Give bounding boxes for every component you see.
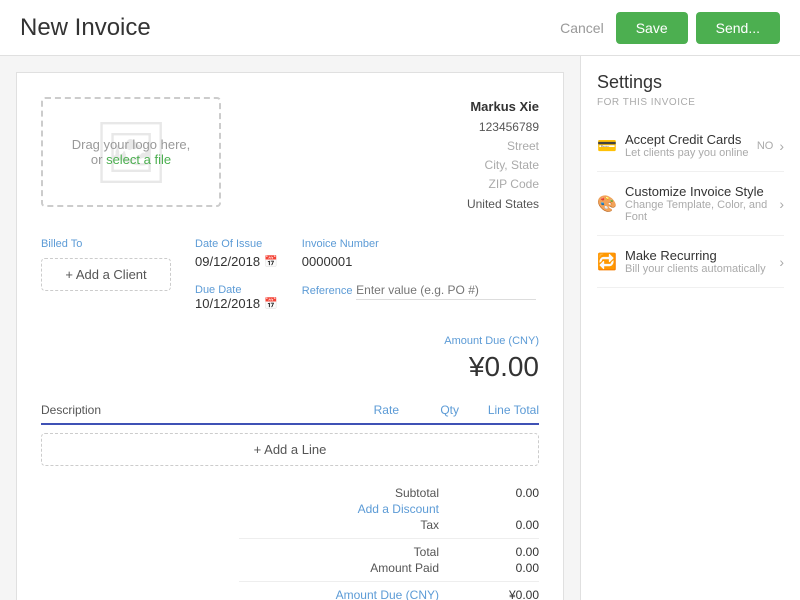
customize-style-subtitle: Change Template, Color, and Font <box>625 199 779 223</box>
date-of-issue-label: Date of Issue <box>195 238 278 250</box>
invoice-number-label: Invoice Number <box>302 238 536 250</box>
billed-to-label: Billed To <box>41 238 171 250</box>
add-line-button[interactable]: + Add a Line <box>41 433 539 466</box>
subtotal-label: Subtotal <box>239 486 439 500</box>
make-recurring-subtitle: Bill your clients automatically <box>625 263 779 275</box>
logo-drag-text: Drag your logo here, or select a file <box>72 137 191 167</box>
reference-label: Reference <box>302 285 353 297</box>
total-row: Total 0.00 <box>239 545 539 559</box>
header: New Invoice Cancel Save Send... <box>0 0 800 56</box>
settings-make-recurring[interactable]: 🔁 Make Recurring Bill your clients autom… <box>597 236 784 288</box>
col-rate-header: Rate <box>319 403 399 417</box>
total-value: 0.00 <box>479 545 539 559</box>
client-phone: 123456789 <box>467 118 539 137</box>
due-date-value[interactable]: 10/12/2018 📅 <box>195 296 278 311</box>
save-button[interactable]: Save <box>616 12 688 44</box>
due-date-calendar-icon[interactable]: 📅 <box>264 297 278 310</box>
date-of-issue-calendar-icon[interactable]: 📅 <box>264 255 278 268</box>
line-items-header: Description Rate Qty Line Total <box>41 403 539 425</box>
credit-cards-title: Accept Credit Cards <box>625 132 757 147</box>
amount-due-header-label: Amount Due (CNY) <box>444 335 539 347</box>
client-street: Street <box>467 137 539 156</box>
client-city-state: City, State <box>467 156 539 175</box>
settings-title: Settings <box>597 72 784 93</box>
invoice-card: 🖼 Drag your logo here, or select a file … <box>16 72 564 600</box>
invoice-area: 🖼 Drag your logo here, or select a file … <box>0 56 580 600</box>
amount-due-footer-value: ¥0.00 <box>479 588 539 600</box>
totals-section: Subtotal 0.00 Add a Discount Tax 0.00 To… <box>41 486 539 600</box>
due-date-text: 10/12/2018 <box>195 296 260 311</box>
total-label: Total <box>239 545 439 559</box>
col-total-header: Line Total <box>459 403 539 417</box>
tax-value: 0.00 <box>479 518 539 532</box>
amount-due-header-group: Amount Due (CNY) ¥0.00 <box>444 335 539 383</box>
make-recurring-title: Make Recurring <box>625 248 779 263</box>
settings-panel: Settings FOR THIS INVOICE 💳 Accept Credi… <box>580 56 800 600</box>
billed-section: Billed To + Add a Client Date of Issue 0… <box>41 238 539 383</box>
discount-value <box>479 502 539 516</box>
make-recurring-arrow-icon: › <box>779 254 784 270</box>
client-country: United States <box>467 195 539 214</box>
discount-row: Add a Discount <box>239 502 539 516</box>
credit-card-icon: 💳 <box>597 136 625 156</box>
logo-select-link[interactable]: select a file <box>106 152 171 167</box>
reference-input[interactable] <box>356 281 536 300</box>
add-discount-link[interactable]: Add a Discount <box>358 502 439 516</box>
settings-subtitle: FOR THIS INVOICE <box>597 97 784 108</box>
date-of-issue-value[interactable]: 09/12/2018 📅 <box>195 254 278 269</box>
settings-item-content-credit: Accept Credit Cards Let clients pay you … <box>625 132 757 159</box>
logo-drag-label: Drag your logo here, <box>72 137 191 152</box>
client-info-block: Markus Xie 123456789 Street City, State … <box>467 97 539 214</box>
logo-or-label: or <box>91 152 103 167</box>
customize-style-arrow-icon: › <box>779 196 784 212</box>
add-client-button[interactable]: + Add a Client <box>41 258 171 291</box>
amount-paid-value: 0.00 <box>479 561 539 575</box>
tax-label: Tax <box>239 518 439 532</box>
settings-accept-credit-cards[interactable]: 💳 Accept Credit Cards Let clients pay yo… <box>597 120 784 172</box>
main-layout: 🖼 Drag your logo here, or select a file … <box>0 56 800 600</box>
totals-divider <box>239 538 539 539</box>
settings-item-content-recurring: Make Recurring Bill your clients automat… <box>625 248 779 275</box>
client-name: Markus Xie <box>467 97 539 118</box>
subtotal-row: Subtotal 0.00 <box>239 486 539 500</box>
col-qty-header: Qty <box>399 403 459 417</box>
date-of-issue-text: 09/12/2018 <box>195 254 260 269</box>
due-date-label: Due Date <box>195 284 241 296</box>
tax-row: Tax 0.00 <box>239 518 539 532</box>
recurring-icon: 🔁 <box>597 252 625 272</box>
billed-to-group: Billed To + Add a Client <box>41 238 171 311</box>
page-title: New Invoice <box>20 14 560 42</box>
client-zip: ZIP Code <box>467 175 539 194</box>
invoice-number-group: Invoice Number 0000001 Reference <box>302 238 536 311</box>
settings-customize-style[interactable]: 🎨 Customize Invoice Style Change Templat… <box>597 172 784 236</box>
invoice-top: 🖼 Drag your logo here, or select a file … <box>41 97 539 214</box>
amount-due-footer-row: Amount Due (CNY) ¥0.00 <box>239 588 539 600</box>
totals-divider-2 <box>239 581 539 582</box>
credit-cards-arrow-icon: › <box>779 138 784 154</box>
cancel-button[interactable]: Cancel <box>560 20 604 36</box>
credit-cards-subtitle: Let clients pay you online <box>625 147 757 159</box>
settings-item-content-style: Customize Invoice Style Change Template,… <box>625 184 779 223</box>
date-of-issue-group: Date of Issue 09/12/2018 📅 Due Date 10/1… <box>195 238 278 311</box>
line-items-section: Description Rate Qty Line Total + Add a … <box>41 403 539 466</box>
amount-paid-row: Amount Paid 0.00 <box>239 561 539 575</box>
reference-group: Reference <box>302 281 536 300</box>
send-button[interactable]: Send... <box>696 12 780 44</box>
amount-due-footer-label: Amount Due (CNY) <box>239 588 439 600</box>
amount-paid-label: Amount Paid <box>239 561 439 575</box>
customize-style-title: Customize Invoice Style <box>625 184 779 199</box>
col-description-header: Description <box>41 403 319 417</box>
logo-dropzone[interactable]: 🖼 Drag your logo here, or select a file <box>41 97 221 207</box>
due-date-group: Due Date 10/12/2018 📅 <box>195 281 278 311</box>
credit-cards-badge: NO <box>757 140 774 152</box>
subtotal-value: 0.00 <box>479 486 539 500</box>
palette-icon: 🎨 <box>597 194 625 214</box>
invoice-number-value: 0000001 <box>302 254 536 269</box>
amount-due-header-value: ¥0.00 <box>444 351 539 383</box>
